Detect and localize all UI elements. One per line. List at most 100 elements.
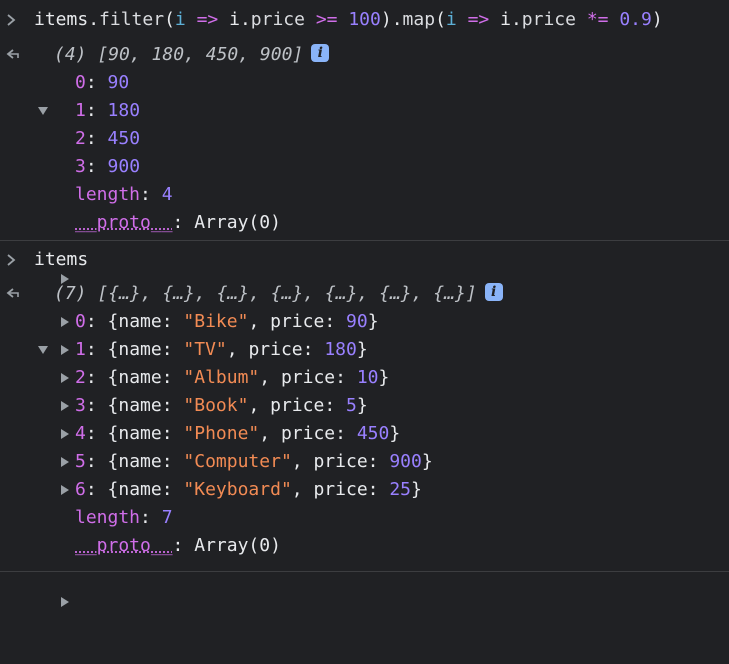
length-value: 4	[162, 184, 173, 205]
object-item-row[interactable]: 2: {name: "Album", price: 10}	[0, 364, 729, 392]
punctuation: :	[162, 479, 184, 500]
punctuation: :	[368, 451, 390, 472]
console-input-code: items.filter(i => i.price >= 100).map(i …	[34, 6, 663, 34]
triangle-right-icon[interactable]	[60, 316, 72, 328]
object-item-row[interactable]: 4: {name: "Phone", price: 450}	[0, 420, 729, 448]
name-value: "Computer"	[183, 451, 291, 472]
item-value: 180	[108, 100, 141, 121]
triangle-right-icon[interactable]	[60, 217, 72, 229]
array-item-row: 1: 180	[0, 97, 729, 125]
punctuation: :	[162, 367, 184, 388]
property-key: price	[313, 451, 367, 472]
object-item: 4: {name: "Phone", price: 450}	[75, 420, 400, 448]
triangle-right-icon[interactable]	[60, 540, 72, 552]
property-key: name	[118, 367, 161, 388]
punctuation: :	[335, 423, 357, 444]
item-value: 450	[108, 128, 141, 149]
code-token: map	[403, 9, 436, 30]
array-item-row: 3: 900	[0, 153, 729, 181]
punctuation: }	[379, 367, 390, 388]
proto-value: Array(0)	[194, 212, 281, 233]
triangle-right-icon[interactable]	[60, 484, 72, 496]
price-value: 180	[324, 339, 357, 360]
punctuation: }	[389, 423, 400, 444]
punctuation: :	[324, 395, 346, 416]
code-token: .	[511, 9, 522, 30]
triangle-right-icon[interactable]	[60, 456, 72, 468]
punctuation: :	[162, 339, 184, 360]
object-item-row[interactable]: 6: {name: "Keyboard", price: 25}	[0, 476, 729, 504]
punctuation: ,	[292, 479, 314, 500]
property-key: price	[281, 367, 335, 388]
proto-row[interactable]: __proto__: Array(0)	[0, 209, 729, 237]
code-token: 0.9	[619, 9, 652, 30]
object-item: 1: {name: "TV", price: 180}	[75, 336, 368, 364]
console-entry-items: items (7) [{…}, {…}, {…}, {…}, {…}, {…},…	[0, 241, 729, 572]
property-key: name	[118, 451, 161, 472]
object-item-row[interactable]: 5: {name: "Computer", price: 900}	[0, 448, 729, 476]
proto-row[interactable]: __proto__: Array(0)	[0, 532, 729, 560]
array-preview: [90, 180, 450, 900]	[97, 44, 303, 65]
code-token: price	[251, 9, 305, 30]
triangle-right-icon[interactable]	[60, 372, 72, 384]
result-header[interactable]: (7) [{…}, {…}, {…}, {…}, {…}, {…}, {…}] i	[0, 280, 729, 308]
punctuation: ,	[259, 423, 281, 444]
console-entry-filter-map: items.filter(i => i.price >= 100).map(i …	[0, 0, 729, 241]
array-item-row: 2: 450	[0, 125, 729, 153]
object-item-row[interactable]: 1: {name: "TV", price: 180}	[0, 336, 729, 364]
item-index: 0	[75, 311, 86, 332]
punctuation: : {	[86, 479, 119, 500]
code-token: items	[34, 9, 88, 30]
object-item: 0: {name: "Bike", price: 90}	[75, 308, 379, 336]
property-key: price	[270, 311, 324, 332]
array-item: 1: 180	[75, 97, 140, 125]
triangle-right-icon[interactable]	[60, 400, 72, 412]
item-index: 6	[75, 479, 86, 500]
item-separator: :	[86, 72, 108, 93]
triangle-right-icon[interactable]	[60, 344, 72, 356]
length-key: length	[75, 184, 140, 205]
punctuation: : {	[86, 339, 119, 360]
object-item: 5: {name: "Computer", price: 900}	[75, 448, 433, 476]
code-token: (	[164, 9, 175, 30]
name-value: "Bike"	[183, 311, 248, 332]
object-item-row[interactable]: 0: {name: "Bike", price: 90}	[0, 308, 729, 336]
triangle-right-icon[interactable]	[60, 428, 72, 440]
item-index: 0	[75, 72, 86, 93]
price-value: 5	[346, 395, 357, 416]
property-key: price	[248, 339, 302, 360]
return-arrow-icon	[6, 280, 22, 308]
price-value: 900	[389, 451, 422, 472]
array-summary: (4) [90, 180, 450, 900] i	[54, 41, 329, 69]
triangle-down-icon[interactable]	[37, 50, 49, 62]
object-item: 6: {name: "Keyboard", price: 25}	[75, 476, 422, 504]
console-input-line[interactable]: items.filter(i => i.price >= 100).map(i …	[0, 6, 729, 34]
item-separator: :	[86, 156, 108, 177]
info-icon[interactable]: i	[485, 283, 503, 301]
property-key: name	[118, 479, 161, 500]
console-input-line[interactable]: items	[0, 246, 729, 274]
code-token: 100	[348, 9, 381, 30]
object-item-row[interactable]: 3: {name: "Book", price: 5}	[0, 392, 729, 420]
result-header[interactable]: (4) [90, 180, 450, 900] i	[0, 41, 729, 69]
info-icon[interactable]: i	[311, 44, 329, 62]
code-token: i	[175, 9, 186, 30]
item-index: 4	[75, 423, 86, 444]
code-token: price	[522, 9, 576, 30]
punctuation: ,	[248, 311, 270, 332]
array-item: 3: 900	[75, 153, 140, 181]
name-value: "TV"	[183, 339, 226, 360]
punctuation: ,	[227, 339, 249, 360]
triangle-down-icon[interactable]	[37, 289, 49, 301]
chevron-right-icon	[6, 6, 22, 34]
code-token: )	[652, 9, 663, 30]
price-value: 450	[357, 423, 390, 444]
proto-key: __proto__	[75, 212, 173, 233]
property-key: name	[118, 311, 161, 332]
array-item-row: 0: 90	[0, 69, 729, 97]
item-separator: :	[86, 100, 108, 121]
code-token: i	[446, 9, 457, 30]
item-index: 1	[75, 100, 86, 121]
name-value: "Album"	[183, 367, 259, 388]
object-item: 3: {name: "Book", price: 5}	[75, 392, 368, 420]
